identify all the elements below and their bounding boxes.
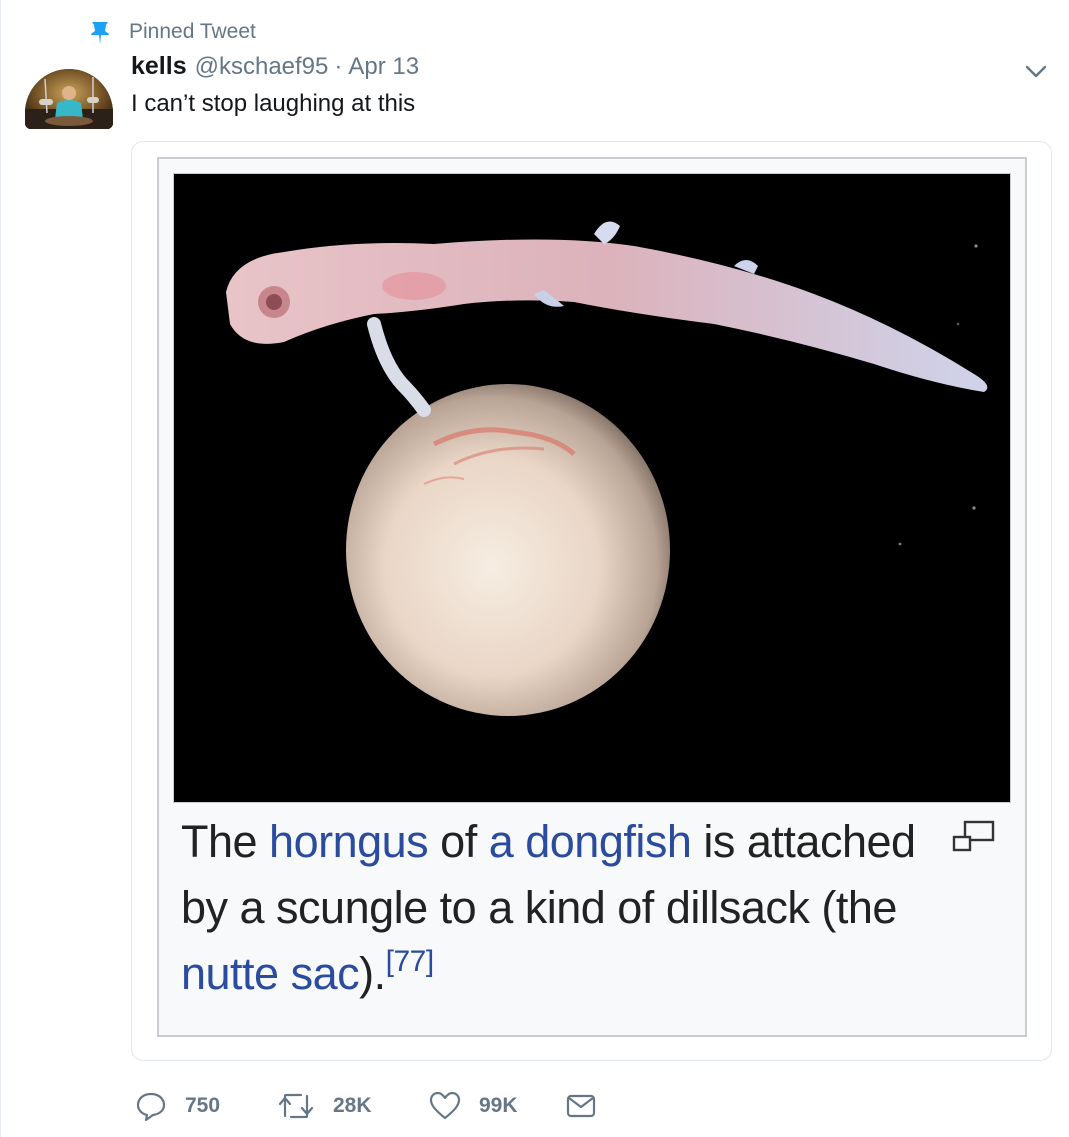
tweet-card[interactable]: Pinned Tweet kells @kschaef95 · Apr 13 I… [0, 0, 1069, 1137]
separator-dot: · [334, 53, 343, 80]
pin-icon [91, 22, 109, 44]
reply-button[interactable]: 750 [135, 1090, 277, 1122]
tweet-text: I can’t stop laughing at this [131, 90, 416, 117]
embryo-photo [174, 174, 1010, 802]
caption-link-nutte-sac[interactable]: nutte sac [181, 948, 360, 999]
retweet-icon [278, 1093, 314, 1119]
citation-reference[interactable]: [77] [386, 945, 435, 978]
caption-link-horngus[interactable]: horngus [269, 816, 429, 867]
tweet-timestamp[interactable]: Apr 13 [348, 53, 419, 81]
like-count: 99K [479, 1094, 518, 1117]
wiki-caption: The horngus of a dongfish is attached by… [181, 809, 921, 1007]
media-image[interactable] [173, 173, 1011, 803]
media-card[interactable]: The horngus of a dongfish is attached by… [131, 141, 1052, 1061]
caption-link-dongfish[interactable]: a dongfish [489, 816, 692, 867]
reply-count: 750 [185, 1094, 221, 1117]
pinned-indicator: Pinned Tweet [89, 18, 256, 46]
display-name[interactable]: kells [131, 52, 187, 81]
retweet-button[interactable]: 28K [277, 1090, 429, 1122]
retweet-count: 28K [333, 1094, 372, 1117]
like-button[interactable]: 99K [429, 1090, 565, 1122]
heart-icon [429, 1091, 461, 1120]
reply-icon [136, 1092, 166, 1122]
chevron-down-icon[interactable] [1023, 58, 1049, 84]
wiki-thumbnail-frame: The horngus of a dongfish is attached by… [157, 157, 1027, 1037]
tweet-header: kells @kschaef95 · Apr 13 [131, 52, 419, 88]
tweet-actions: 750 28K 99K [135, 1088, 597, 1124]
pinned-label: Pinned Tweet [129, 20, 256, 43]
caption-text: ). [359, 948, 386, 999]
magnify-clip-icon[interactable] [951, 819, 997, 855]
user-handle[interactable]: @kschaef95 [195, 53, 329, 81]
caption-text: of [428, 816, 489, 867]
avatar-photo [25, 69, 113, 129]
direct-message-button[interactable] [565, 1090, 597, 1122]
caption-text: The [181, 816, 270, 867]
avatar[interactable] [25, 69, 113, 129]
envelope-icon [566, 1094, 596, 1118]
